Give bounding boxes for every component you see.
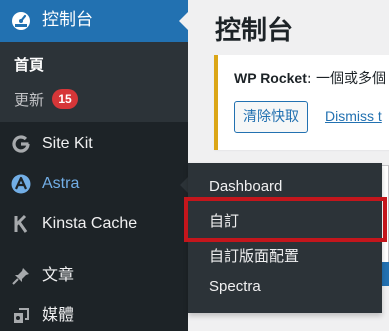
highlight-box (184, 197, 387, 242)
sidebar-item-dashboard[interactable]: 控制台 (0, 0, 188, 42)
flyout-item-custom-layouts[interactable]: 自訂版面配置 (209, 245, 299, 266)
sidebar-item-kinsta-cache[interactable]: Kinsta Cache (0, 204, 188, 244)
notice-brand: WP Rocket (234, 70, 307, 86)
sidebar-item-label: 媒體 (42, 307, 75, 324)
pushpin-icon (12, 268, 29, 285)
submenu-item-updates[interactable]: 更新 (14, 89, 44, 110)
flyout-item-dashboard[interactable]: Dashboard (209, 178, 282, 195)
kinsta-k-icon (14, 214, 28, 233)
media-icon (14, 308, 29, 323)
submenu-item-home[interactable]: 首頁 (14, 54, 44, 75)
update-count-badge: 15 (52, 89, 78, 109)
dismiss-notice-link[interactable]: Dismiss t (325, 108, 382, 124)
flyout-item-spectra[interactable]: Spectra (209, 278, 261, 295)
sidebar-item-label: Kinsta Cache (42, 215, 138, 232)
current-menu-arrow (179, 12, 188, 30)
sidebar-item-label: Site Kit (42, 135, 93, 152)
sidebar-item-astra[interactable]: Astra (0, 164, 188, 204)
notice-text: : 一個或多個 (306, 71, 387, 87)
astra-icon (11, 174, 31, 194)
google-g-icon (12, 135, 30, 153)
dashboard-gauge-icon (12, 12, 30, 30)
sidebar-item-label: Astra (42, 175, 80, 192)
sidebar-item-label: 文章 (42, 267, 75, 284)
notice-message: WP Rocket: 一個或多個 (234, 68, 386, 88)
page-title: 控制台 (215, 16, 294, 46)
flyout-pointer (180, 177, 188, 193)
sidebar-item-posts[interactable]: 文章 (0, 256, 188, 296)
dashboard-submenu: 首頁 更新 15 (0, 42, 188, 122)
sidebar-item-site-kit[interactable]: Site Kit (0, 124, 188, 164)
sidebar-item-label: 控制台 (42, 10, 93, 30)
sidebar-item-media[interactable]: 媒體 (0, 296, 188, 331)
admin-sidebar: 控制台 首頁 更新 15 Site Kit Astra Kinsta Cache (0, 0, 188, 331)
clear-cache-button[interactable]: 清除快取 (234, 101, 308, 133)
wp-rocket-notice: WP Rocket: 一個或多個 清除快取 Dismiss t (214, 55, 389, 150)
